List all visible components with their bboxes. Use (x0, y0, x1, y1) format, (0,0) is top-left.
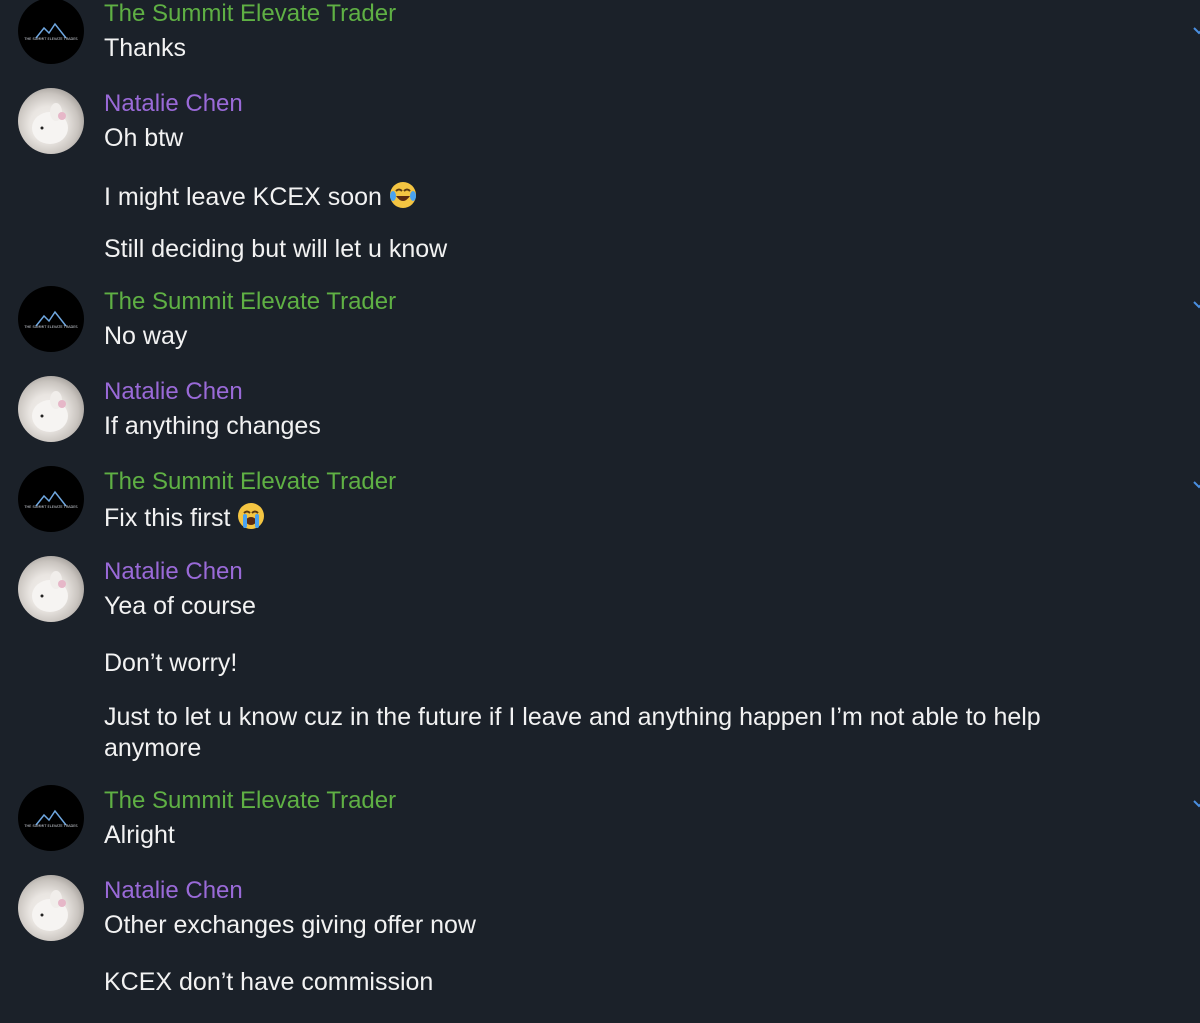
message-text: If anything changes (104, 412, 321, 440)
bunny-photo-icon (32, 103, 68, 144)
bunny-photo-icon (32, 571, 68, 612)
message-text: Oh btw (104, 124, 184, 152)
mountain-logo-icon: THE SUMMIT ELEVATE TRADES (23, 22, 78, 41)
avatar[interactable]: THE SUMMIT ELEVATE TRADES (18, 785, 84, 851)
mountain-logo-icon: THE SUMMIT ELEVATE TRADES (23, 809, 78, 828)
sender-name[interactable]: The Summit Elevate Trader (104, 288, 396, 316)
chevron-down-icon[interactable] (1192, 298, 1200, 312)
chat-message-list: THE SUMMIT ELEVATE TRADES The Summit Ele… (0, 0, 1200, 1023)
message-text: Don’t worry! (104, 649, 238, 677)
message-text: I might leave KCEX soon (104, 180, 1144, 213)
bunny-photo-icon (32, 890, 68, 931)
sender-name[interactable]: Natalie Chen (104, 90, 243, 118)
message-line: Fix this first (104, 504, 231, 532)
chevron-down-icon[interactable] (1192, 478, 1200, 492)
message-text: No way (104, 322, 188, 350)
loudly-crying-face-icon (238, 503, 265, 529)
chevron-down-icon[interactable] (1192, 24, 1200, 38)
sender-name[interactable]: Natalie Chen (104, 558, 243, 586)
logo-text-line1: THE SUMMIT ELEVATE TRADES (23, 824, 78, 828)
sender-name[interactable]: Natalie Chen (104, 877, 243, 905)
sender-name[interactable]: The Summit Elevate Trader (104, 787, 396, 815)
message-text: Fix this first (104, 501, 1144, 534)
logo-text-line1: THE SUMMIT ELEVATE TRADES (23, 325, 78, 329)
mountain-logo-icon: THE SUMMIT ELEVATE TRADES (23, 310, 78, 329)
logo-text-line1: THE SUMMIT ELEVATE TRADES (23, 37, 78, 41)
avatar[interactable]: THE SUMMIT ELEVATE TRADES (18, 466, 84, 532)
message-text: KCEX don’t have commission (104, 968, 434, 996)
message-text: Other exchanges giving offer now (104, 911, 476, 939)
face-with-tears-of-joy-icon (389, 182, 416, 208)
message-text: Yea of course (104, 592, 256, 620)
message-text: Thanks (104, 34, 186, 62)
avatar[interactable] (18, 875, 84, 941)
avatar[interactable]: THE SUMMIT ELEVATE TRADES (18, 0, 84, 64)
message-line: I might leave KCEX soon (104, 183, 382, 211)
sender-name[interactable]: The Summit Elevate Trader (104, 468, 396, 496)
message-text: Still deciding but will let u know (104, 235, 448, 263)
avatar[interactable] (18, 88, 84, 154)
avatar[interactable]: THE SUMMIT ELEVATE TRADES (18, 286, 84, 352)
avatar[interactable] (18, 556, 84, 622)
avatar[interactable] (18, 376, 84, 442)
chevron-down-icon[interactable] (1192, 797, 1200, 811)
message-text: Alright (104, 821, 175, 849)
sender-name[interactable]: Natalie Chen (104, 378, 243, 406)
logo-text-line1: THE SUMMIT ELEVATE TRADES (23, 505, 78, 509)
mountain-logo-icon: THE SUMMIT ELEVATE TRADES (23, 490, 78, 509)
message-text: Just to let u know cuz in the future if … (104, 703, 1041, 762)
bunny-photo-icon (32, 391, 68, 432)
sender-name[interactable]: The Summit Elevate Trader (104, 0, 396, 28)
